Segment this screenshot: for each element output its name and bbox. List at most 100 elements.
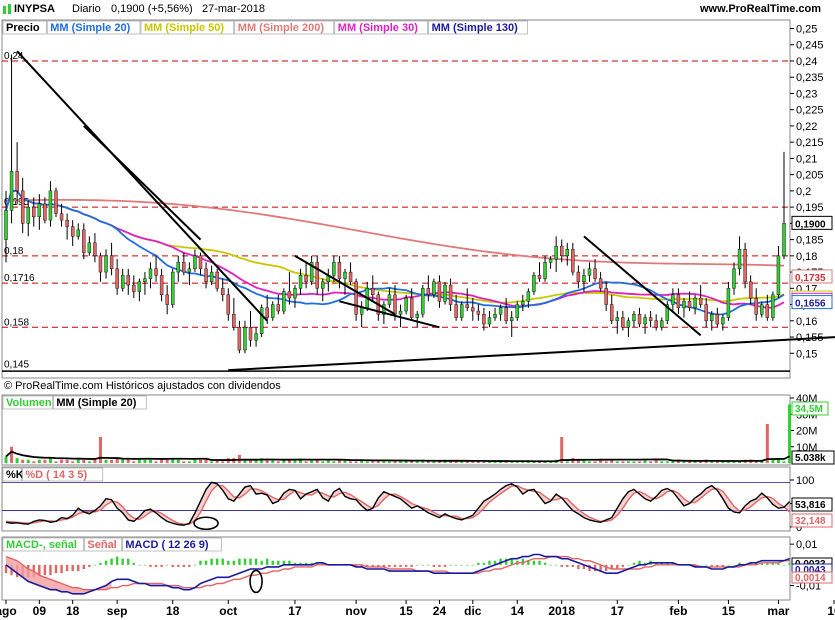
macd-histogram-bar bbox=[215, 558, 219, 565]
price-chart[interactable]: 0,250,2450,240,2350,230,2250,220,2150,21… bbox=[0, 0, 835, 620]
macd-histogram-bar bbox=[416, 564, 419, 566]
candle-body bbox=[26, 206, 30, 224]
candle-body bbox=[526, 291, 531, 302]
macd-histogram-bar bbox=[115, 556, 119, 565]
candle-body bbox=[248, 327, 253, 341]
macd-histogram-bar bbox=[277, 560, 280, 565]
candle-body bbox=[737, 249, 742, 270]
volume-bar bbox=[165, 459, 169, 463]
candle-body bbox=[109, 255, 114, 270]
sto-fill bbox=[6, 482, 790, 526]
x-tick-label: 18 bbox=[166, 604, 180, 618]
macd-histogram-bar bbox=[399, 564, 402, 567]
macd-histogram-bar bbox=[627, 564, 630, 566]
price-ytick-label: 0,235 bbox=[796, 72, 824, 84]
price-ytick-label: 0,245 bbox=[796, 40, 824, 52]
macd-histogram-bar bbox=[77, 564, 80, 572]
macd-histogram-bar bbox=[271, 560, 274, 565]
candle-body bbox=[332, 262, 336, 276]
macd-histogram-bar bbox=[43, 564, 47, 576]
price-tag-label: 0,1900 bbox=[795, 219, 826, 230]
candle-body bbox=[65, 219, 69, 227]
volume-bar bbox=[615, 461, 619, 463]
candle-body bbox=[626, 320, 631, 328]
volume-bar bbox=[349, 461, 353, 463]
price-ytick-label: 0,25 bbox=[796, 23, 817, 35]
macd-histogram-bar bbox=[82, 564, 85, 569]
volume-bar bbox=[48, 458, 52, 463]
level-label: 0,145 bbox=[4, 360, 29, 371]
candle-body bbox=[237, 327, 242, 351]
volume-bar bbox=[632, 461, 636, 463]
candle-body bbox=[543, 262, 547, 279]
candle-body bbox=[209, 271, 214, 283]
candle-body bbox=[43, 203, 47, 221]
volume-legend-item: Volumen bbox=[6, 397, 52, 409]
volume-bar bbox=[565, 461, 569, 463]
macd-histogram-bar bbox=[432, 564, 436, 567]
candle-body bbox=[554, 245, 558, 260]
price-ytick-label: 0,22 bbox=[796, 121, 817, 133]
candle-body bbox=[660, 320, 664, 328]
candle-body bbox=[454, 304, 458, 318]
macd-histogram-bar bbox=[171, 564, 174, 567]
volume-bar bbox=[321, 461, 325, 463]
macd-histogram-bar bbox=[38, 564, 41, 576]
trendline-down-2 bbox=[294, 254, 396, 316]
x-tick-label: sep bbox=[107, 604, 128, 618]
candle-body bbox=[615, 317, 619, 321]
candle-body bbox=[426, 288, 431, 296]
candle-body bbox=[471, 307, 475, 312]
macd-histogram-bar bbox=[577, 564, 580, 569]
candle-body bbox=[15, 171, 19, 192]
volume-bar bbox=[60, 459, 64, 463]
x-tick-label: oct bbox=[219, 604, 237, 618]
volume-bar bbox=[93, 459, 97, 463]
candle-body bbox=[698, 297, 703, 305]
x-tick-label: 2018 bbox=[548, 604, 575, 618]
macd-histogram-bar bbox=[427, 564, 430, 566]
price-ytick-label: 0,215 bbox=[796, 137, 824, 149]
candle-body bbox=[532, 275, 536, 292]
price-tag-label: 0,1656 bbox=[795, 299, 826, 310]
macd-histogram-bar bbox=[482, 562, 486, 565]
macd-histogram-bar bbox=[110, 558, 113, 565]
volume-bar bbox=[54, 461, 58, 463]
price-ytick-label: 0,24 bbox=[796, 56, 817, 68]
macd-histogram-bar bbox=[193, 564, 197, 566]
volume-bar bbox=[588, 461, 591, 463]
candle-body bbox=[321, 281, 325, 289]
price-tag-label: 0,1735 bbox=[795, 273, 826, 284]
macd-histogram-bar bbox=[404, 564, 408, 567]
x-tick-label: ago bbox=[0, 604, 17, 618]
candle-body bbox=[443, 284, 447, 302]
candle-body bbox=[393, 294, 397, 315]
volume-bar bbox=[37, 459, 41, 463]
candle-body bbox=[137, 281, 142, 292]
candle-body bbox=[176, 262, 180, 273]
candle-body bbox=[748, 281, 753, 299]
candle-body bbox=[126, 275, 130, 286]
macd-histogram-bar bbox=[265, 558, 269, 565]
candle-body bbox=[732, 268, 736, 289]
volume-bar bbox=[387, 461, 391, 463]
volume-bar bbox=[604, 461, 608, 463]
macd-histogram-bar bbox=[65, 564, 69, 572]
macd-histogram-bar bbox=[149, 564, 152, 567]
price-ytick-label: 0,16 bbox=[796, 316, 817, 328]
macd-histogram-bar bbox=[543, 562, 547, 565]
candle-body bbox=[643, 317, 647, 325]
candle-body bbox=[115, 268, 119, 289]
macd-histogram-bar bbox=[182, 564, 186, 567]
candle-body bbox=[9, 171, 14, 211]
volume-bar bbox=[660, 461, 664, 463]
macd-histogram-bar bbox=[454, 564, 458, 566]
volume-bar bbox=[32, 461, 36, 463]
price-legend-item: MM (Simple 130) bbox=[432, 22, 519, 34]
price-ytick-label: 0,2 bbox=[796, 186, 811, 198]
macd-histogram-bar bbox=[732, 564, 736, 566]
macd-histogram-bar bbox=[88, 564, 91, 567]
macd-histogram-bar bbox=[243, 558, 247, 565]
candle-body bbox=[387, 294, 392, 305]
volume-bar bbox=[210, 461, 214, 463]
